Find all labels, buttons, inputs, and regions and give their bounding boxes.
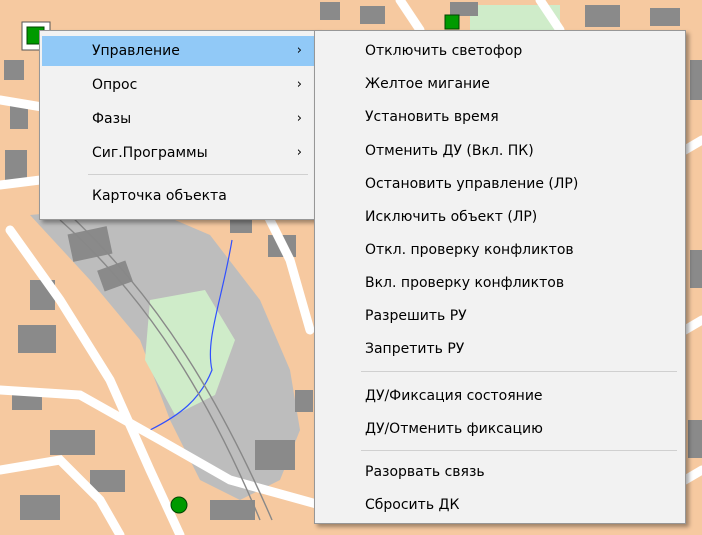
submenu-item-razreshit-ru[interactable]: Разрешить РУ xyxy=(317,301,683,331)
submenu-item-vkl-proverku[interactable]: Вкл. проверку конфликтов xyxy=(317,268,683,298)
submenu-item-zapretit-ru[interactable]: Запретить РУ xyxy=(317,334,683,364)
menu-item-label: Опрос xyxy=(92,77,138,93)
chevron-right-icon: › xyxy=(296,77,302,92)
submenu-item-label: ДУ/Отменить фиксацию xyxy=(365,421,543,437)
submenu-item-label: Желтое мигание xyxy=(365,76,490,92)
submenu-item-label: Разрешить РУ xyxy=(365,308,467,324)
submenu-item-label: Остановить управление (ЛР) xyxy=(365,176,579,192)
submenu-item-label: Вкл. проверку конфликтов xyxy=(365,275,565,291)
submenu-item-label: Установить время xyxy=(365,109,499,125)
menu-item-opros[interactable]: Опрос › xyxy=(42,70,314,100)
menu-item-upravlenie[interactable]: Управление › xyxy=(42,36,314,66)
submenu-item-sbrosit-dk[interactable]: Сбросить ДК xyxy=(317,490,683,520)
submenu-item-ustanovit-vremya[interactable]: Установить время xyxy=(317,102,683,132)
submenu-item-label: Отменить ДУ (Вкл. ПК) xyxy=(365,143,534,159)
green-square-marker-top-icon[interactable] xyxy=(444,14,460,30)
submenu-item-label: Запретить РУ xyxy=(365,341,465,357)
chevron-right-icon: › xyxy=(296,111,302,126)
submenu-item-otmenit-du[interactable]: Отменить ДУ (Вкл. ПК) xyxy=(317,136,683,166)
menu-separator xyxy=(88,174,308,175)
context-menu: Управление › Опрос › Фазы › Сиг.Программ… xyxy=(39,30,317,220)
submenu-item-zheltoe-miganie[interactable]: Желтое мигание xyxy=(317,69,683,99)
submenu-item-label: ДУ/Фиксация состояние xyxy=(365,388,543,404)
submenu-item-ostanovit-upravlenie[interactable]: Остановить управление (ЛР) xyxy=(317,169,683,199)
submenu-item-razorvat-svyaz[interactable]: Разорвать связь xyxy=(317,457,683,487)
menu-item-label: Карточка объекта xyxy=(92,188,227,204)
submenu-upravlenie: Отключить светофор Желтое мигание Устано… xyxy=(314,30,686,524)
menu-item-label: Фазы xyxy=(92,111,132,127)
submenu-item-otkl-proverku[interactable]: Откл. проверку конфликтов xyxy=(317,235,683,265)
menu-item-kartochka-obekta[interactable]: Карточка объекта xyxy=(42,181,314,211)
submenu-item-du-fiksaciya[interactable]: ДУ/Фиксация состояние xyxy=(317,381,683,411)
submenu-item-label: Разорвать связь xyxy=(365,464,485,480)
menu-item-label: Сиг.Программы xyxy=(92,145,208,161)
submenu-item-du-otmenit-fiksaciyu[interactable]: ДУ/Отменить фиксацию xyxy=(317,414,683,444)
chevron-right-icon: › xyxy=(296,43,302,58)
submenu-item-label: Откл. проверку конфликтов xyxy=(365,242,574,258)
menu-separator xyxy=(361,450,677,451)
submenu-item-isklyuchit-obekt[interactable]: Исключить объект (ЛР) xyxy=(317,202,683,232)
submenu-item-label: Исключить объект (ЛР) xyxy=(365,209,538,225)
submenu-item-label: Отключить светофор xyxy=(365,43,523,59)
green-circle-marker-icon[interactable] xyxy=(170,496,188,514)
submenu-item-label: Сбросить ДК xyxy=(365,497,460,513)
menu-item-sig-programmy[interactable]: Сиг.Программы › xyxy=(42,138,314,168)
submenu-item-otklyuchit-svetofor[interactable]: Отключить светофор xyxy=(317,36,683,66)
menu-item-label: Управление xyxy=(92,43,180,59)
menu-separator xyxy=(361,371,677,372)
menu-item-fazy[interactable]: Фазы › xyxy=(42,104,314,134)
chevron-right-icon: › xyxy=(296,145,302,160)
